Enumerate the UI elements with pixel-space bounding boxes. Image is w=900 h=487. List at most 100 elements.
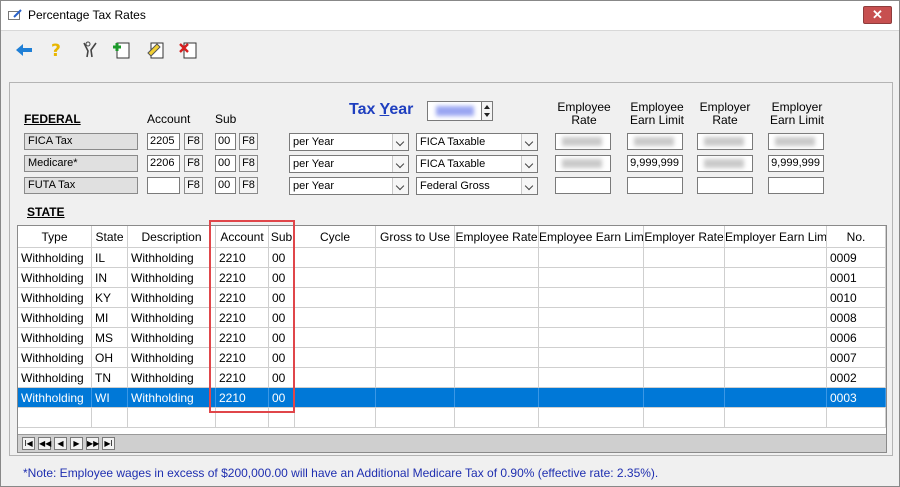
table-cell[interactable]: Withholding [18, 248, 92, 267]
table-cell[interactable] [725, 308, 827, 327]
table-cell[interactable]: OH [92, 348, 128, 367]
table-cell[interactable] [376, 388, 455, 407]
table-cell[interactable] [539, 388, 644, 407]
medicare-gross-select[interactable]: FICA Taxable [416, 155, 538, 173]
table-cell[interactable] [128, 408, 216, 427]
table-cell[interactable] [376, 348, 455, 367]
table-cell[interactable] [827, 408, 886, 427]
table-cell[interactable]: 0001 [827, 268, 886, 287]
table-cell[interactable] [295, 408, 376, 427]
table-row[interactable]: Withholding MI Withholding 2210 00 0008 [18, 308, 886, 328]
table-cell[interactable] [376, 368, 455, 387]
table-cell[interactable]: 00 [269, 268, 295, 287]
table-cell[interactable] [455, 408, 539, 427]
table-cell[interactable] [295, 248, 376, 267]
nav-prev-button[interactable]: ◀ [54, 437, 67, 450]
back-arrow-icon[interactable] [13, 39, 35, 61]
table-cell[interactable] [455, 288, 539, 307]
column-header[interactable]: Employer Earn Limit [725, 226, 827, 247]
table-row[interactable]: Withholding IL Withholding 2210 00 0009 [18, 248, 886, 268]
table-cell[interactable]: MI [92, 308, 128, 327]
table-cell[interactable]: Withholding [128, 288, 216, 307]
table-row[interactable]: Withholding MS Withholding 2210 00 0006 [18, 328, 886, 348]
table-cell[interactable]: Withholding [128, 348, 216, 367]
futa-employee-limit-input[interactable] [627, 177, 683, 194]
nav-last-button[interactable]: ▶I [102, 437, 115, 450]
table-cell[interactable] [725, 288, 827, 307]
table-cell[interactable] [644, 288, 725, 307]
nav-next-page-button[interactable]: ▶▶ [86, 437, 99, 450]
table-cell[interactable] [269, 408, 295, 427]
add-icon[interactable] [111, 39, 133, 61]
table-cell[interactable]: 0009 [827, 248, 886, 267]
table-cell[interactable]: WI [92, 388, 128, 407]
table-row[interactable]: Withholding WI Withholding 2210 00 0003 [18, 388, 886, 408]
table-cell[interactable] [455, 248, 539, 267]
table-cell[interactable] [455, 308, 539, 327]
futa-employer-limit-input[interactable] [768, 177, 824, 194]
table-cell[interactable] [216, 408, 269, 427]
table-cell[interactable]: Withholding [18, 268, 92, 287]
table-cell[interactable]: Withholding [128, 308, 216, 327]
table-cell[interactable] [92, 408, 128, 427]
table-cell[interactable]: Withholding [128, 388, 216, 407]
medicare-employer-limit-input[interactable]: 9,999,999 [768, 155, 824, 172]
table-cell[interactable] [539, 408, 644, 427]
table-cell[interactable]: 2210 [216, 308, 269, 327]
table-cell[interactable]: Withholding [18, 368, 92, 387]
table-cell[interactable]: Withholding [18, 328, 92, 347]
nav-prev-page-button[interactable]: ◀◀ [38, 437, 51, 450]
table-row[interactable]: Withholding IN Withholding 2210 00 0001 [18, 268, 886, 288]
table-cell[interactable]: 00 [269, 388, 295, 407]
table-cell[interactable]: 0010 [827, 288, 886, 307]
table-cell[interactable] [18, 408, 92, 427]
medicare-account-lookup-button[interactable]: F8 [184, 155, 203, 172]
table-cell[interactable] [539, 348, 644, 367]
table-cell[interactable] [644, 388, 725, 407]
table-cell[interactable] [455, 348, 539, 367]
table-cell[interactable] [376, 408, 455, 427]
table-row[interactable]: Withholding KY Withholding 2210 00 0010 [18, 288, 886, 308]
fica-cycle-select[interactable]: per Year [289, 133, 409, 151]
fica-employee-rate-input[interactable] [555, 133, 611, 150]
table-cell[interactable]: Withholding [18, 348, 92, 367]
table-cell[interactable]: 2210 [216, 368, 269, 387]
futa-account-lookup-button[interactable]: F8 [184, 177, 203, 194]
table-cell[interactable] [725, 348, 827, 367]
table-cell[interactable] [295, 308, 376, 327]
table-cell[interactable]: 2210 [216, 328, 269, 347]
nav-first-button[interactable]: I◀ [22, 437, 35, 450]
edit-icon[interactable] [145, 39, 167, 61]
table-cell[interactable] [295, 288, 376, 307]
table-cell[interactable]: 2210 [216, 268, 269, 287]
table-cell[interactable] [295, 388, 376, 407]
tools-icon[interactable] [79, 39, 101, 61]
table-cell[interactable] [725, 248, 827, 267]
table-cell[interactable]: KY [92, 288, 128, 307]
table-row[interactable]: Withholding TN Withholding 2210 00 0002 [18, 368, 886, 388]
table-cell[interactable] [539, 328, 644, 347]
help-icon[interactable]: ? [45, 39, 67, 61]
table-cell[interactable] [539, 268, 644, 287]
table-cell[interactable] [725, 368, 827, 387]
table-cell[interactable] [725, 328, 827, 347]
table-cell[interactable] [455, 388, 539, 407]
table-cell[interactable]: TN [92, 368, 128, 387]
table-cell[interactable] [644, 268, 725, 287]
delete-icon[interactable] [178, 39, 200, 61]
table-cell[interactable]: Withholding [128, 328, 216, 347]
table-cell[interactable]: 00 [269, 328, 295, 347]
medicare-sub-input[interactable]: 00 [215, 155, 236, 172]
table-cell[interactable]: 2210 [216, 388, 269, 407]
fica-gross-select[interactable]: FICA Taxable [416, 133, 538, 151]
table-cell[interactable] [725, 388, 827, 407]
table-cell[interactable] [644, 348, 725, 367]
medicare-employee-rate-input[interactable] [555, 155, 611, 172]
fica-account-input[interactable]: 2205 [147, 133, 180, 150]
table-cell[interactable] [455, 328, 539, 347]
table-cell[interactable]: Withholding [18, 288, 92, 307]
column-header[interactable]: Employee Earn Limit [539, 226, 644, 247]
table-cell[interactable] [644, 248, 725, 267]
table-cell[interactable] [725, 408, 827, 427]
table-cell[interactable] [455, 368, 539, 387]
